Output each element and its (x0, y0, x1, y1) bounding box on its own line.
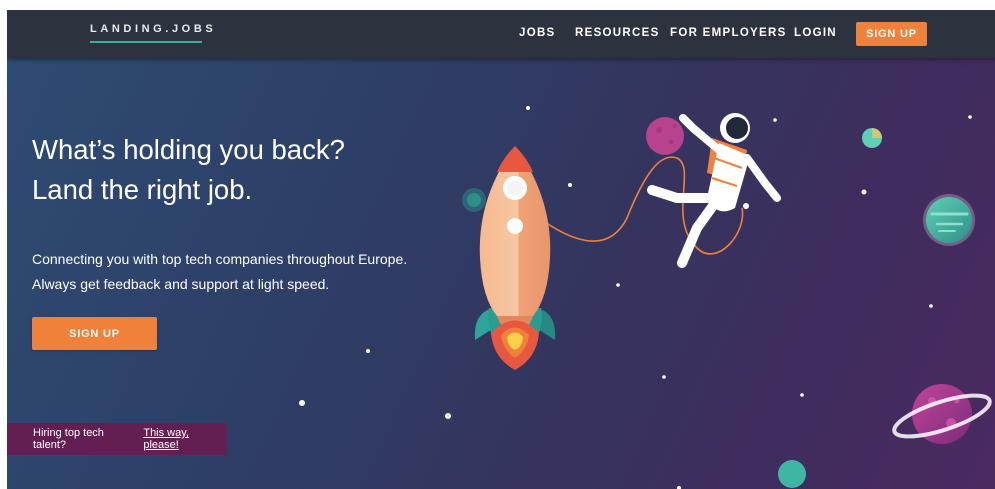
hiring-banner-link[interactable]: This way, please! (143, 427, 227, 451)
hero-headline-line-2: Land the right job. (32, 174, 253, 205)
browser-viewport: LANDING.JOBS JOBS RESOURCES FOR EMPLOYER… (7, 10, 995, 489)
hiring-banner-text: Hiring top tech talent? (33, 427, 104, 451)
hero-headline: What’s holding you back? Land the right … (32, 130, 345, 210)
site-logo[interactable]: LANDING.JOBS (90, 23, 216, 35)
glowing-orb-icon (462, 188, 486, 212)
star-icon (299, 106, 972, 489)
hero-headline-line-1: What’s holding you back? (32, 134, 345, 165)
logo-underline (90, 41, 202, 43)
hero-subtext: Connecting you with top tech companies t… (32, 247, 407, 296)
nav-link-jobs[interactable]: JOBS (519, 27, 556, 39)
astronaut-illustration (646, 113, 781, 268)
hero-subtext-line-2: Always get feedback and support at light… (32, 275, 330, 292)
nav-signup-button[interactable]: SIGN UP (856, 22, 927, 46)
top-navbar: LANDING.JOBS JOBS RESOURCES FOR EMPLOYER… (7, 10, 995, 58)
hero-section: What’s holding you back? Land the right … (7, 58, 995, 489)
nav-link-resources[interactable]: RESOURCES (575, 27, 660, 39)
ringed-planet-icon (892, 384, 992, 444)
hiring-banner: Hiring top tech talent? This way, please… (7, 423, 227, 455)
nav-link-for-employers[interactable]: FOR EMPLOYERS (670, 27, 787, 39)
hero-subtext-line-1: Connecting you with top tech companies t… (32, 251, 408, 267)
hero-signup-button[interactable]: SIGN UP (32, 317, 157, 350)
nav-link-login[interactable]: LOGIN (794, 27, 837, 39)
rocket-illustration (474, 146, 556, 370)
